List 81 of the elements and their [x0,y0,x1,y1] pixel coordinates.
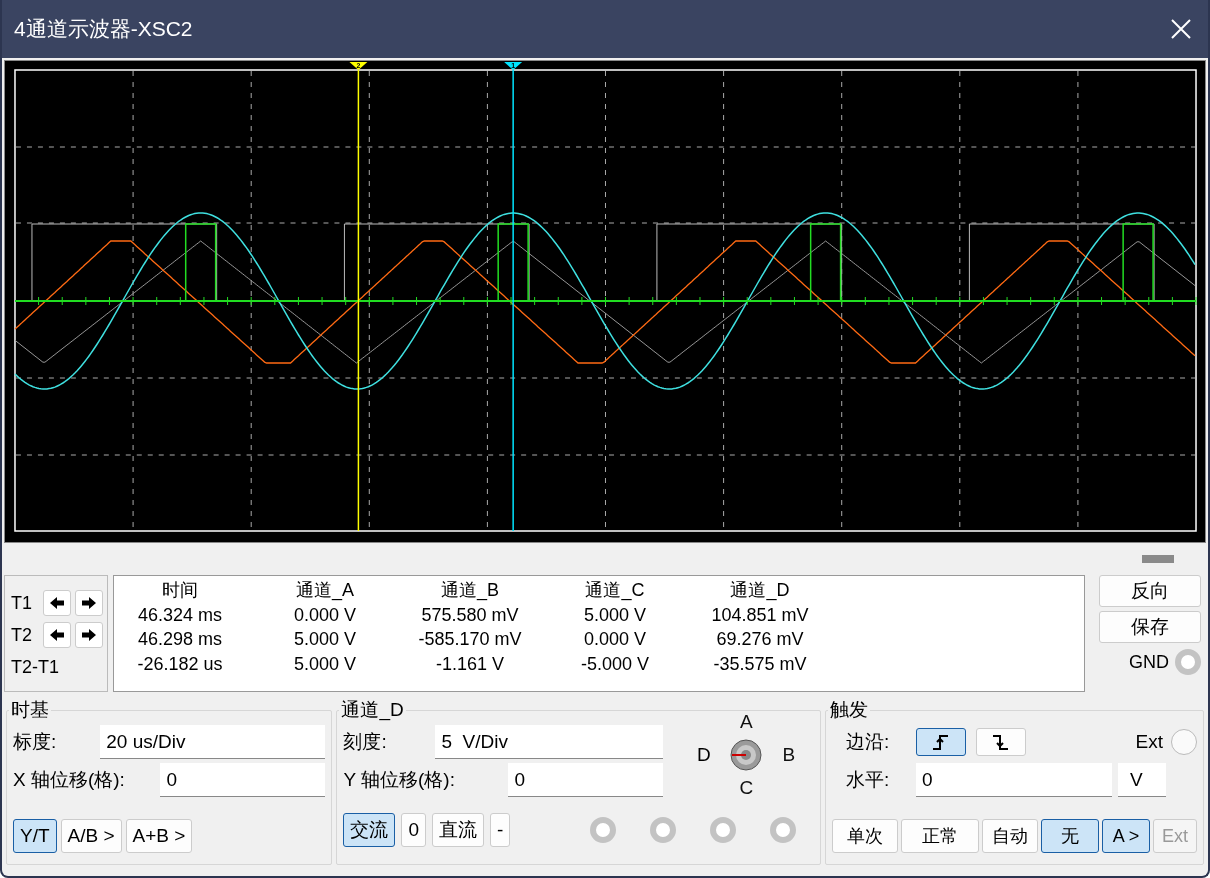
close-icon [1170,18,1192,40]
field-label: Y 轴位移(格): [343,768,455,792]
resize-handle[interactable] [1142,555,1174,563]
left-arrow-icon [49,596,65,610]
cursor-marker[interactable] [349,62,368,70]
cursor-marker[interactable] [504,62,523,70]
field-label: 刻度: [343,730,387,754]
coupling-button[interactable]: 0 [401,813,426,847]
gnd-label: GND [1129,651,1169,673]
terminal-radio[interactable] [590,817,616,843]
terminal-radio[interactable] [770,817,796,843]
column-header: 通道_B [440,579,500,603]
offset-field[interactable]: 0 [508,763,664,797]
field-label: X 轴位移(格): [13,768,125,792]
table-cell-text: 0.000 V [292,603,358,627]
selector-knob-icon[interactable] [729,738,764,772]
mode-button[interactable]: Y/T [13,819,57,853]
table-cell-text: -585.170 mV [417,628,523,651]
right-arrow-icon [81,628,97,642]
right-arrow-icon [81,596,97,610]
cursor-label: T2-T1 [11,656,59,678]
field-label: 水平: [846,768,891,792]
table-cell-text: 575.580 mV [420,603,520,627]
table-cell-text: 69.276 mV [715,628,805,651]
cursor-label: T1 [11,592,33,614]
mode-button[interactable]: A/B > [60,819,122,853]
trigger-mode-button[interactable]: 自动 [982,819,1038,853]
table-cell-text: 5.000 V [292,652,358,676]
field-label: 标度: [13,730,57,754]
scale-field[interactable]: 5 V/Div [435,725,664,759]
action-button[interactable]: 保存 [1099,611,1201,643]
terminal-radio[interactable] [650,817,676,843]
table-cell-text: 5.000 V [582,603,648,627]
panel-title: 触发 [829,698,869,722]
trigger-mode-button[interactable]: 无 [1041,819,1099,853]
channel-option[interactable]: A [740,711,753,733]
right-arrow-button[interactable] [75,622,103,648]
table-cell-text: 46.324 ms [136,603,224,627]
left-arrow-button[interactable] [43,622,71,648]
ext-radio[interactable] [1171,729,1197,755]
terminal-radio[interactable] [710,817,736,843]
left-arrow-icon [49,628,65,642]
table-cell-text: -26.182 us [136,652,224,676]
trigger-mode-button[interactable]: A > [1102,819,1150,853]
terminal-radio[interactable] [1175,649,1201,675]
table-cell-text: 5.000 V [292,628,358,651]
table-cell-text: 104.851 mV [710,603,810,627]
edge-button[interactable] [916,728,966,756]
ext-label: Ext [1135,731,1163,753]
table-cell-text: -35.575 mV [712,652,808,676]
coupling-button[interactable]: 直流 [432,813,484,847]
table-cell-text: -1.161 V [434,652,505,676]
column-header: 通道_D [729,579,791,603]
falling-edge-icon [992,734,1010,750]
window-title: 4通道示波器-XSC2 [14,16,193,42]
panel-title: 时基 [10,698,50,722]
left-arrow-button[interactable] [43,590,71,616]
unit-field[interactable]: V [1118,763,1166,797]
channel-option[interactable]: C [739,777,754,799]
column-header: 通道_A [295,579,355,603]
mode-button[interactable]: A+B > [125,819,193,853]
scale-field[interactable]: 20 us/Div [100,725,326,759]
column-header: 时间 [161,579,199,602]
right-arrow-button[interactable] [75,590,103,616]
trigger-mode-button[interactable]: 单次 [832,819,898,853]
trigger-mode-button[interactable]: 正常 [901,819,979,853]
offset-field[interactable]: 0 [160,763,326,797]
column-header: 通道_C [584,579,646,603]
coupling-button[interactable]: 交流 [343,813,396,847]
cursor-label: T2 [11,624,33,646]
action-button[interactable]: 反向 [1099,575,1201,607]
coupling-button[interactable]: - [490,813,511,847]
rising-edge-icon [932,734,950,750]
table-cell-text: -5.000 V [579,652,650,676]
channel-option[interactable]: B [782,744,796,766]
panel-title: 通道_D [340,698,405,723]
channel-option[interactable]: D [697,744,711,766]
table-cell-text: 0.000 V [582,628,648,651]
level-field[interactable]: 0 [916,763,1112,797]
field-label: 边沿: [846,730,891,754]
table-cell-text: 46.298 ms [136,628,224,651]
